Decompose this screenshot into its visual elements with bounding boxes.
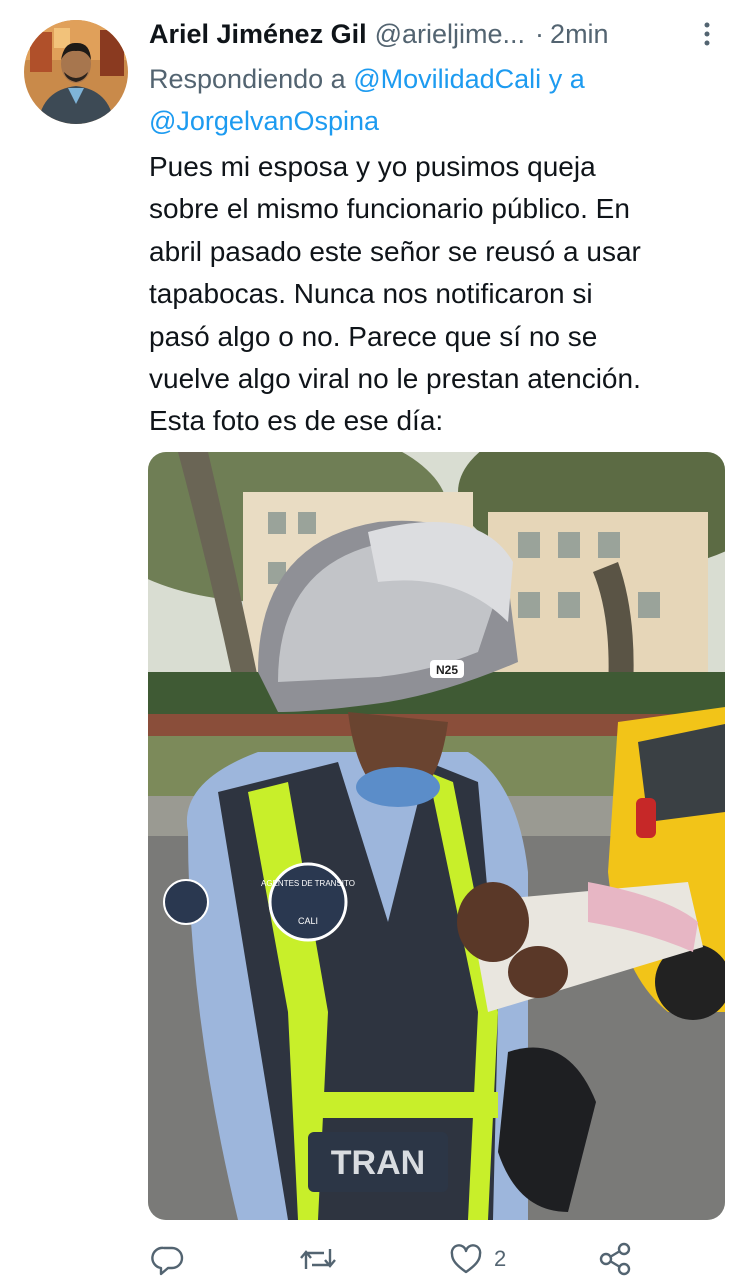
share-button[interactable] <box>598 1238 632 1280</box>
replying-to-prefix: Respondiendo a <box>149 64 346 94</box>
tweet-text-line: abril pasado este señor se reusó a usar <box>149 235 641 267</box>
replying-to: Respondiendo a @MovilidadCali y a @Jorge… <box>149 58 729 142</box>
patch-text: CALI <box>298 916 318 926</box>
mention-connector[interactable]: y a <box>549 64 585 94</box>
tweet-text-line: tapabocas. Nunca nos notificaron si <box>149 278 593 310</box>
tweet-text: Pues mi esposa y yo pusimos queja sobre … <box>149 146 724 443</box>
tweet-text-line: vuelve algo viral no le prestan atención… <box>149 363 641 395</box>
reply-icon <box>151 1246 184 1276</box>
tweet-photo[interactable]: TRAN AGENTES DE TRANSITO CALI N25 <box>148 452 725 1220</box>
author-name[interactable]: Ariel Jiménez Gil <box>149 19 367 50</box>
share-icon <box>599 1242 631 1276</box>
author-handle[interactable]: @arieljime... <box>375 19 525 50</box>
photo-scene: TRAN AGENTES DE TRANSITO CALI N25 <box>148 452 725 1220</box>
reply-button[interactable] <box>150 1238 186 1280</box>
tweet-text-line: pasó algo o no. Parece que sí no se <box>149 320 598 352</box>
like-count: 2 <box>494 1246 507 1271</box>
tweet-actions: 2 <box>150 1238 632 1280</box>
tweet-text-line: Pues mi esposa y yo pusimos queja <box>149 151 596 182</box>
timestamp[interactable]: 2min <box>550 19 609 50</box>
patch-text: AGENTES DE TRANSITO <box>261 879 355 888</box>
avatar-image <box>24 20 128 124</box>
like-button[interactable]: 2 <box>448 1238 506 1280</box>
retweet-icon <box>300 1249 336 1269</box>
retweet-button[interactable] <box>298 1238 338 1280</box>
helmet-label: N25 <box>436 663 458 677</box>
tweet-header: Ariel Jiménez Gil @arieljime... · 2min <box>149 14 719 54</box>
tweet-text-line: Esta foto es de ese día: <box>149 405 444 437</box>
more-options-icon[interactable] <box>695 20 719 48</box>
mention-link[interactable]: @JorgelvanOspina <box>149 106 379 136</box>
avatar[interactable] <box>24 20 128 124</box>
tweet-text-line: sobre el mismo funcionario público. En <box>149 193 630 225</box>
separator: · <box>535 18 545 49</box>
mention-link[interactable]: @MovilidadCali <box>353 64 541 94</box>
heart-icon <box>450 1244 482 1274</box>
vest-label: TRAN <box>331 1144 425 1182</box>
